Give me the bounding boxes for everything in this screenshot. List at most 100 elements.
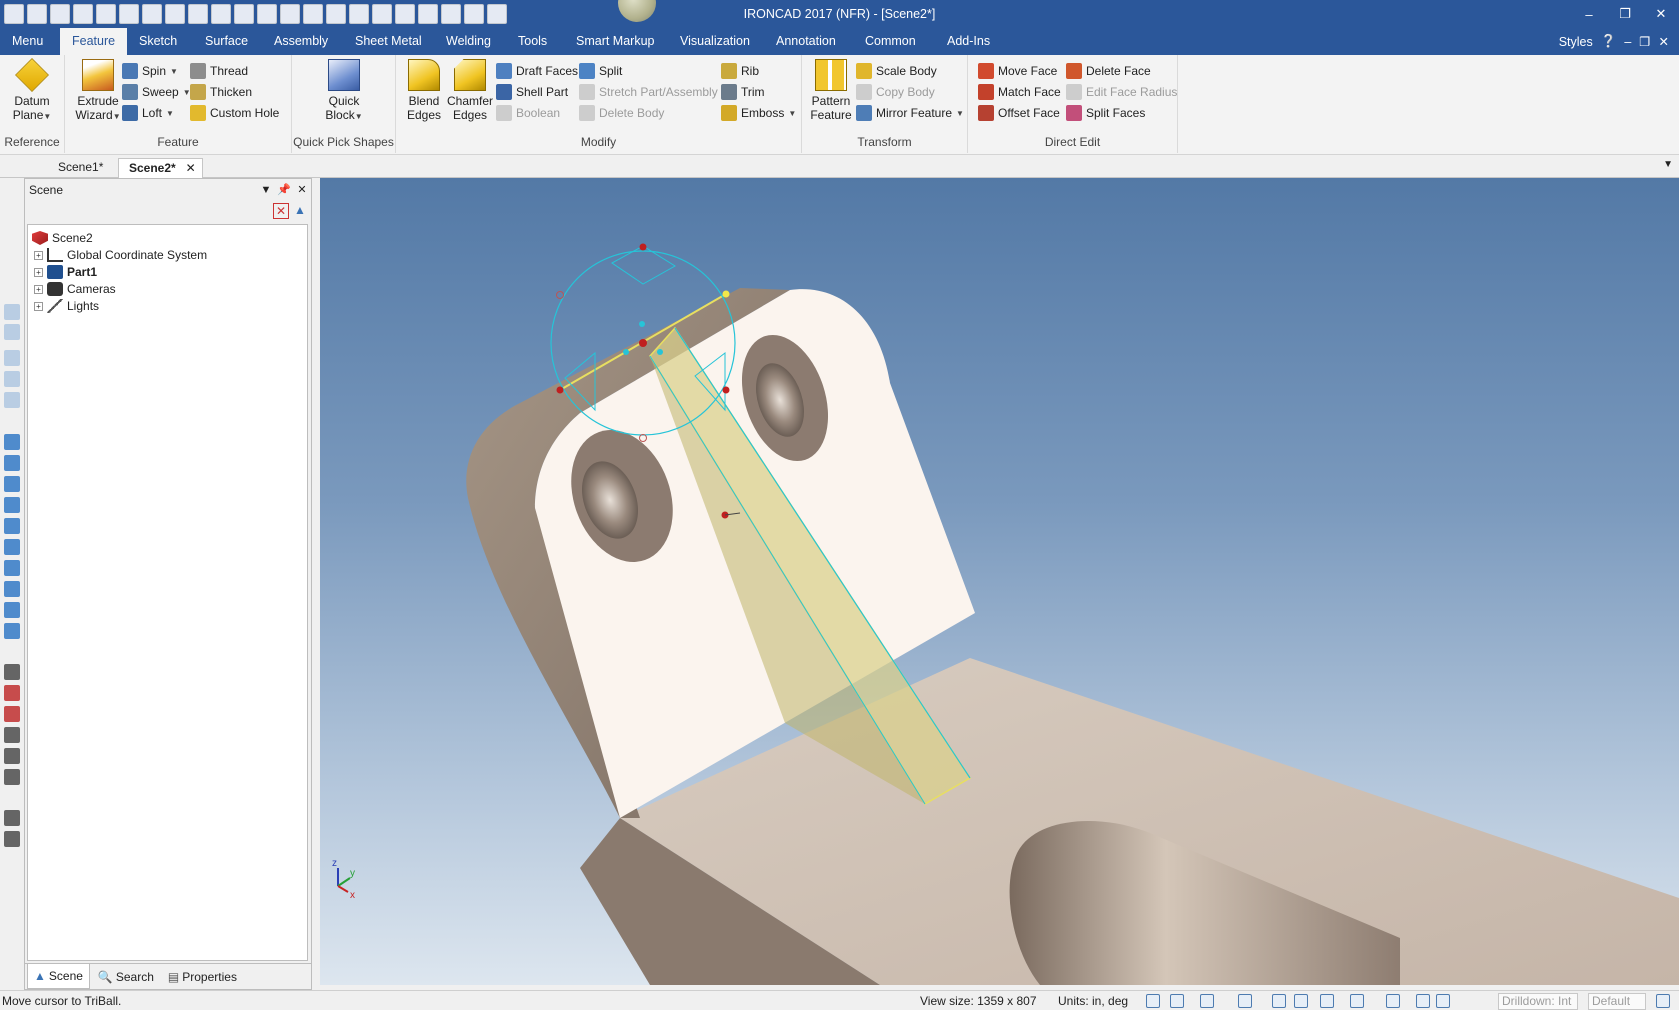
restore-icon[interactable]: ❐ (1607, 0, 1643, 28)
doc-tab-scene1[interactable]: Scene1* (48, 158, 113, 178)
pan-icon[interactable] (4, 664, 20, 680)
measure-tool-icon[interactable] (4, 810, 20, 826)
edit-face-radius-button[interactable]: Edit Face Radius (1066, 82, 1177, 102)
clear-filter-icon[interactable]: ✕ (273, 203, 289, 219)
ribbon-minimize-icon[interactable]: – (1624, 35, 1631, 49)
rotate-icon[interactable] (4, 727, 20, 743)
display-mode-icon[interactable] (1350, 994, 1364, 1008)
datum-plane-button[interactable]: Datum Plane▼ (4, 58, 60, 124)
offset-face-button[interactable]: Offset Face (978, 103, 1060, 123)
mirror-feature-button[interactable]: Mirror Feature ▼ (856, 103, 964, 123)
cube-view-icon[interactable] (4, 455, 20, 471)
styles-menu[interactable]: Styles (1559, 35, 1593, 49)
expand-icon[interactable]: + (34, 301, 43, 311)
draft-faces-button[interactable]: Draft Faces (496, 61, 578, 81)
cube-view-icon[interactable] (4, 539, 20, 555)
copy-body-button[interactable]: Copy Body (856, 82, 935, 102)
zoom-window-icon[interactable] (4, 706, 20, 722)
expand-icon[interactable]: + (34, 267, 43, 277)
view-tool-icon[interactable] (4, 392, 20, 408)
view-cube-icon[interactable] (1238, 994, 1252, 1008)
close-tab-icon[interactable]: ✕ (186, 159, 196, 177)
cube-view-icon[interactable] (4, 518, 20, 534)
select-icon[interactable] (1436, 994, 1450, 1008)
orbit-icon[interactable] (4, 748, 20, 764)
help-menu-icon[interactable]: ❔ (1601, 34, 1617, 49)
triball-handle[interactable] (722, 290, 730, 298)
tab-list-dropdown-icon[interactable]: ▼ (1663, 159, 1673, 170)
tab-assembly[interactable]: Assembly (262, 28, 340, 55)
doc-tab-scene2[interactable]: Scene2* ✕ (118, 158, 203, 178)
pointer-icon[interactable] (1416, 994, 1430, 1008)
cube-view-icon[interactable] (4, 581, 20, 597)
blend-edges-button[interactable]: Blend Edges (402, 59, 446, 122)
view-tool-icon[interactable] (4, 304, 20, 320)
tab-smart-markup[interactable]: Smart Markup (564, 28, 667, 55)
tab-common[interactable]: Common (853, 28, 928, 55)
zoom-all-icon[interactable] (1170, 994, 1184, 1008)
drilldown-select[interactable]: Drilldown: Int (1498, 993, 1578, 1010)
spin-view-icon[interactable] (4, 769, 20, 785)
tab-menu[interactable]: Menu (0, 28, 55, 55)
tab-add-ins[interactable]: Add-Ins (935, 28, 1002, 55)
cube-view-icon[interactable] (4, 476, 20, 492)
extrude-wizard-button[interactable]: Extrude Wizard▼ (71, 59, 125, 124)
cube-view-icon[interactable] (4, 497, 20, 513)
tab-surface[interactable]: Surface (193, 28, 260, 55)
trim-button[interactable]: Trim (721, 82, 765, 102)
cube-view-icon[interactable] (4, 602, 20, 618)
visibility-icon[interactable] (1272, 994, 1286, 1008)
emboss-button[interactable]: Emboss ▼ (721, 103, 796, 123)
tree-node-global-coordinate-system[interactable]: + Global Coordinate System (34, 246, 207, 264)
triball-handle[interactable] (556, 386, 564, 394)
boolean-button[interactable]: Boolean (496, 103, 560, 123)
triball-handle[interactable] (639, 243, 647, 251)
zoom-icon[interactable] (1146, 994, 1160, 1008)
render-mode-icon[interactable] (1200, 994, 1214, 1008)
custom-hole-button[interactable]: Custom Hole (190, 103, 279, 123)
tab-search[interactable]: 🔍 Search (92, 964, 160, 989)
triball-axis-handle[interactable] (657, 349, 663, 355)
ribbon-close-icon[interactable]: ✕ (1659, 34, 1669, 49)
shell-part-button[interactable]: Shell Part (496, 82, 568, 102)
ruler-icon[interactable] (4, 831, 20, 847)
chamfer-edges-button[interactable]: Chamfer Edges (446, 59, 494, 122)
thread-button[interactable]: Thread (190, 61, 248, 81)
rib-button[interactable]: Rib (721, 61, 759, 81)
tree-node-scene2[interactable]: Scene2 (32, 229, 93, 247)
spin-button[interactable]: Spin ▼ (122, 61, 178, 81)
look-at-icon[interactable] (4, 685, 20, 701)
view-tool-icon[interactable] (4, 371, 20, 387)
split-button[interactable]: Split (579, 61, 622, 81)
pattern-feature-button[interactable]: Pattern Feature (806, 59, 856, 122)
tab-visualization[interactable]: Visualization (668, 28, 762, 55)
triball-axis-handle[interactable] (623, 349, 629, 355)
tab-tools[interactable]: Tools (506, 28, 559, 55)
ruler-status-icon[interactable] (1320, 994, 1334, 1008)
view-tool-icon[interactable] (4, 350, 20, 366)
tree-node-cameras[interactable]: + Cameras (34, 280, 116, 298)
tree-options-icon[interactable]: ▲ (292, 203, 308, 219)
sweep-button[interactable]: Sweep ▼ (122, 82, 191, 102)
tab-feature[interactable]: Feature (60, 28, 128, 55)
tab-scene[interactable]: ▲ Scene (27, 964, 90, 989)
expand-icon[interactable]: + (34, 250, 43, 260)
cube-view-icon[interactable] (4, 623, 20, 639)
split-faces-button[interactable]: Split Faces (1066, 103, 1145, 123)
tree-node-lights[interactable]: + Lights (34, 297, 99, 315)
match-face-button[interactable]: Match Face (978, 82, 1061, 102)
stretch-part-assembly-button[interactable]: Stretch Part/Assembly (579, 82, 718, 102)
layout-icon[interactable] (1656, 994, 1670, 1008)
ribbon-restore-icon[interactable]: ❐ (1639, 34, 1650, 49)
scale-body-button[interactable]: Scale Body (856, 61, 937, 81)
camera-status-icon[interactable] (1386, 994, 1400, 1008)
expand-icon[interactable]: + (34, 284, 43, 294)
tab-welding[interactable]: Welding (434, 28, 503, 55)
3d-viewport[interactable]: z y x (320, 178, 1679, 985)
view-tool-icon[interactable] (4, 324, 20, 340)
thicken-button[interactable]: Thicken (190, 82, 252, 102)
move-face-button[interactable]: Move Face (978, 61, 1057, 81)
cube-view-icon[interactable] (4, 560, 20, 576)
tree-node-part1[interactable]: + Part1 (34, 263, 97, 281)
tab-annotation[interactable]: Annotation (764, 28, 848, 55)
